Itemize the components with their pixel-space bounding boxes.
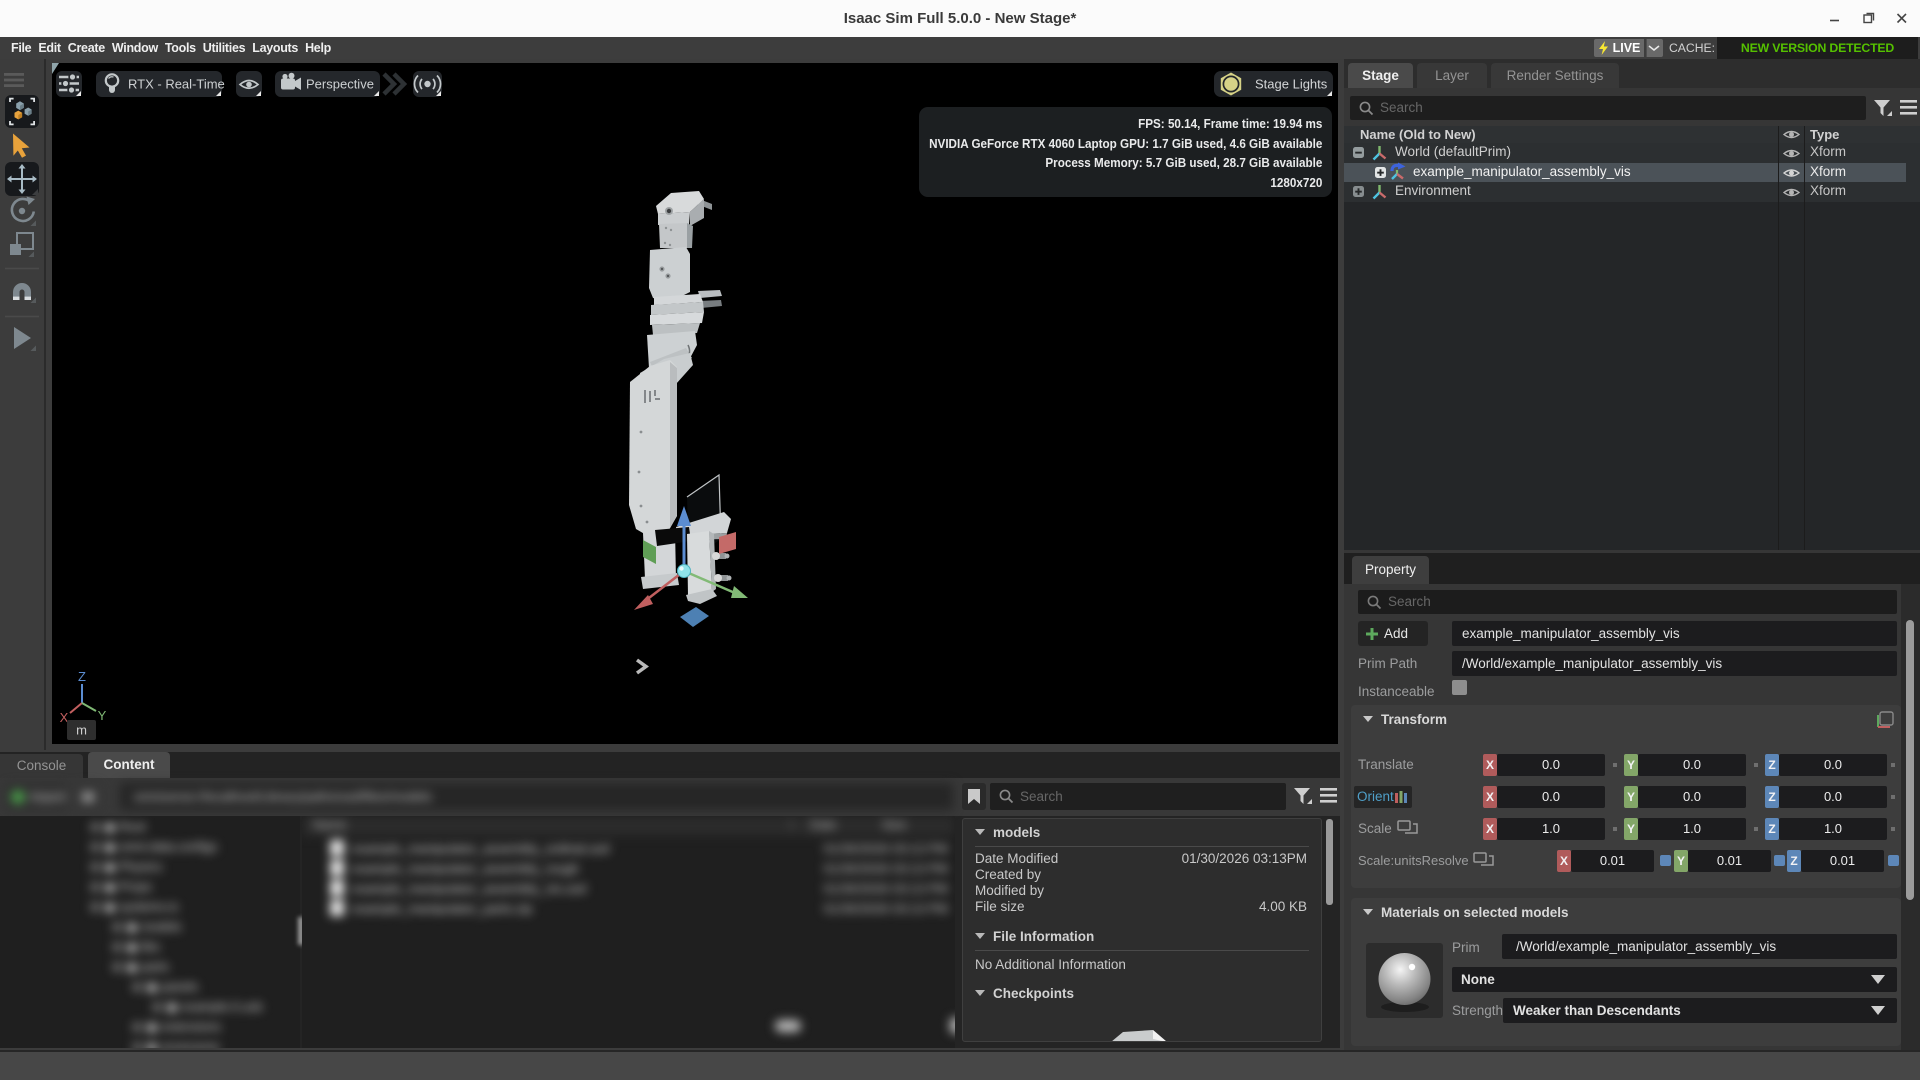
svg-text:Perspective: Perspective [306,77,374,92]
svg-text:Stage Lights: Stage Lights [1255,77,1328,92]
svg-text:RTX - Real-Time: RTX - Real-Time [128,77,225,92]
svg-text:Z: Z [78,669,86,684]
svg-text:m: m [76,723,87,738]
svg-text:Y: Y [98,708,107,723]
